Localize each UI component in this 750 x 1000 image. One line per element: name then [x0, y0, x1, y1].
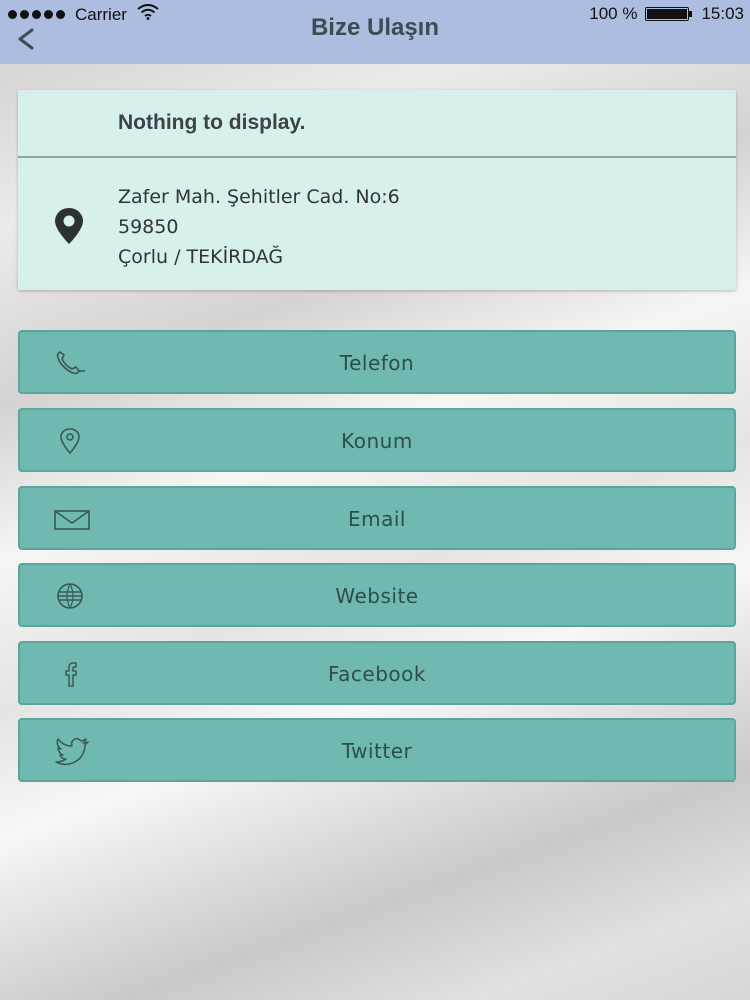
info-empty-section: Nothing to display. [18, 90, 736, 158]
facebook-button[interactable]: Facebook [18, 641, 736, 705]
twitter-button[interactable]: Twitter [18, 718, 736, 782]
website-label: Website [335, 584, 419, 608]
website-button[interactable]: Website [18, 563, 736, 627]
telefon-label: Telefon [339, 351, 415, 375]
location-pin-icon [52, 206, 86, 246]
contact-info-card: Nothing to display. Zafer Mah. Şehitler … [18, 90, 736, 290]
email-label: Email [348, 507, 406, 531]
facebook-label: Facebook [328, 662, 426, 686]
address: Zafer Mah. Şehitler Cad. No:6 59850 Çorl… [118, 182, 400, 272]
empty-message: Nothing to display. [118, 111, 306, 134]
telefon-button[interactable]: Telefon [18, 330, 736, 394]
konum-label: Konum [341, 429, 413, 453]
twitter-label: Twitter [341, 739, 413, 763]
address-line-2: 59850 [118, 216, 179, 238]
page-title: Bize Ulaşın [310, 14, 440, 41]
nav-bar: Bize Ulaşın [0, 14, 750, 64]
address-line-1: Zafer Mah. Şehitler Cad. No:6 [118, 186, 400, 208]
konum-button[interactable]: Konum [18, 408, 736, 472]
address-line-3: Çorlu / TEKİRDAĞ [118, 246, 284, 268]
email-button[interactable]: Email [18, 486, 736, 550]
